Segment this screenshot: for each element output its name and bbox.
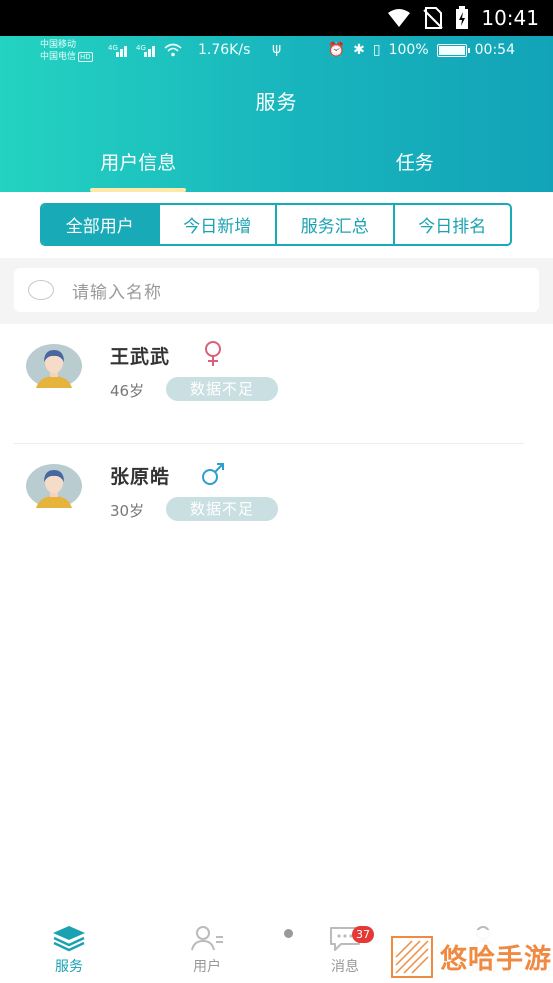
alarm-icon: ⏰	[327, 42, 346, 58]
unread-badge: 37	[352, 926, 374, 943]
search-input[interactable]: 请输入名称	[14, 268, 539, 312]
nav-label: 用户	[193, 959, 221, 975]
page-title: 服务	[255, 90, 298, 114]
wifi-icon	[388, 9, 411, 27]
watermark: 悠哈手游	[386, 930, 553, 983]
battery-icon	[436, 43, 470, 57]
battery-percent: 100%	[388, 42, 429, 58]
user-filter-segment: 全部用户 今日新增 服务汇总 今日排名	[40, 203, 512, 246]
no-sim-icon	[423, 7, 444, 29]
svg-text:4G: 4G	[108, 44, 118, 52]
search-icon	[28, 280, 54, 300]
carrier-2: 中国电信	[40, 52, 77, 62]
user-list-icon	[191, 926, 223, 951]
search-placeholder: 请输入名称	[72, 282, 162, 303]
male-icon	[202, 463, 224, 485]
watermark-logo-icon	[391, 935, 433, 978]
list-item[interactable]: 王武武 46岁 数据不足	[0, 324, 553, 444]
hd-badge: HD	[78, 52, 93, 62]
filter-today-ranking[interactable]: 今日排名	[392, 205, 511, 244]
battery-charging-icon	[456, 6, 469, 29]
vibrate-icon: ▯	[372, 42, 381, 58]
nav-users[interactable]: 用户	[138, 916, 276, 983]
user-name: 王武武	[110, 346, 171, 368]
nav-indicator-dot	[284, 929, 293, 938]
bluetooth-icon: ✱	[353, 42, 365, 58]
layers-icon	[53, 926, 85, 952]
system-status-bar: 10:41	[0, 0, 553, 36]
carrier-info: 中国移动 中国电信 HD	[40, 39, 93, 63]
nav-label: 服务	[55, 959, 83, 975]
app-header: 中国移动 中国电信 HD 4G 4G 1.76K/s ψ ⏰ ✱ ▯ 100% 0…	[0, 36, 553, 192]
carrier-1: 中国移动	[40, 40, 77, 50]
filter-new-today[interactable]: 今日新增	[157, 205, 276, 244]
header-tabs: 用户信息 任务	[0, 144, 553, 192]
svg-text:4G: 4G	[136, 44, 146, 52]
tab-user-info[interactable]: 用户信息	[0, 144, 277, 192]
female-icon	[205, 341, 221, 366]
signal-group: 4G 4G	[108, 43, 182, 57]
list-item[interactable]: 张原皓 30岁 数据不足	[0, 444, 553, 564]
signal-icon: 4G	[108, 44, 127, 57]
avatar	[26, 464, 82, 508]
wifi-icon	[164, 43, 182, 57]
usb-icon: ψ	[272, 41, 282, 57]
filter-all-users[interactable]: 全部用户	[42, 205, 158, 244]
user-list: 王武武 46岁 数据不足 张原皓 30岁 数据不足	[0, 324, 553, 564]
watermark-text: 悠哈手游	[440, 944, 552, 975]
signal-icon: 4G	[136, 44, 155, 57]
network-speed: 1.76K/s	[198, 42, 251, 58]
inner-status-bar: 中国移动 中国电信 HD 4G 4G 1.76K/s ψ ⏰ ✱ ▯ 100% 0…	[0, 36, 553, 66]
status-right: ⏰ ✱ ▯ 100% 00:54	[328, 42, 515, 58]
avatar	[26, 344, 82, 388]
user-age: 30岁	[110, 502, 145, 520]
nav-service[interactable]: 服务	[0, 916, 138, 983]
filter-service-summary[interactable]: 服务汇总	[275, 205, 393, 244]
search-section: 请输入名称	[0, 258, 553, 324]
tab-tasks[interactable]: 任务	[277, 144, 553, 192]
status-badge: 数据不足	[166, 377, 278, 401]
status-clock: 00:54	[474, 42, 515, 58]
user-age: 46岁	[110, 382, 145, 400]
user-name: 张原皓	[110, 466, 171, 488]
system-clock: 10:41	[481, 6, 539, 30]
status-badge: 数据不足	[166, 497, 278, 521]
